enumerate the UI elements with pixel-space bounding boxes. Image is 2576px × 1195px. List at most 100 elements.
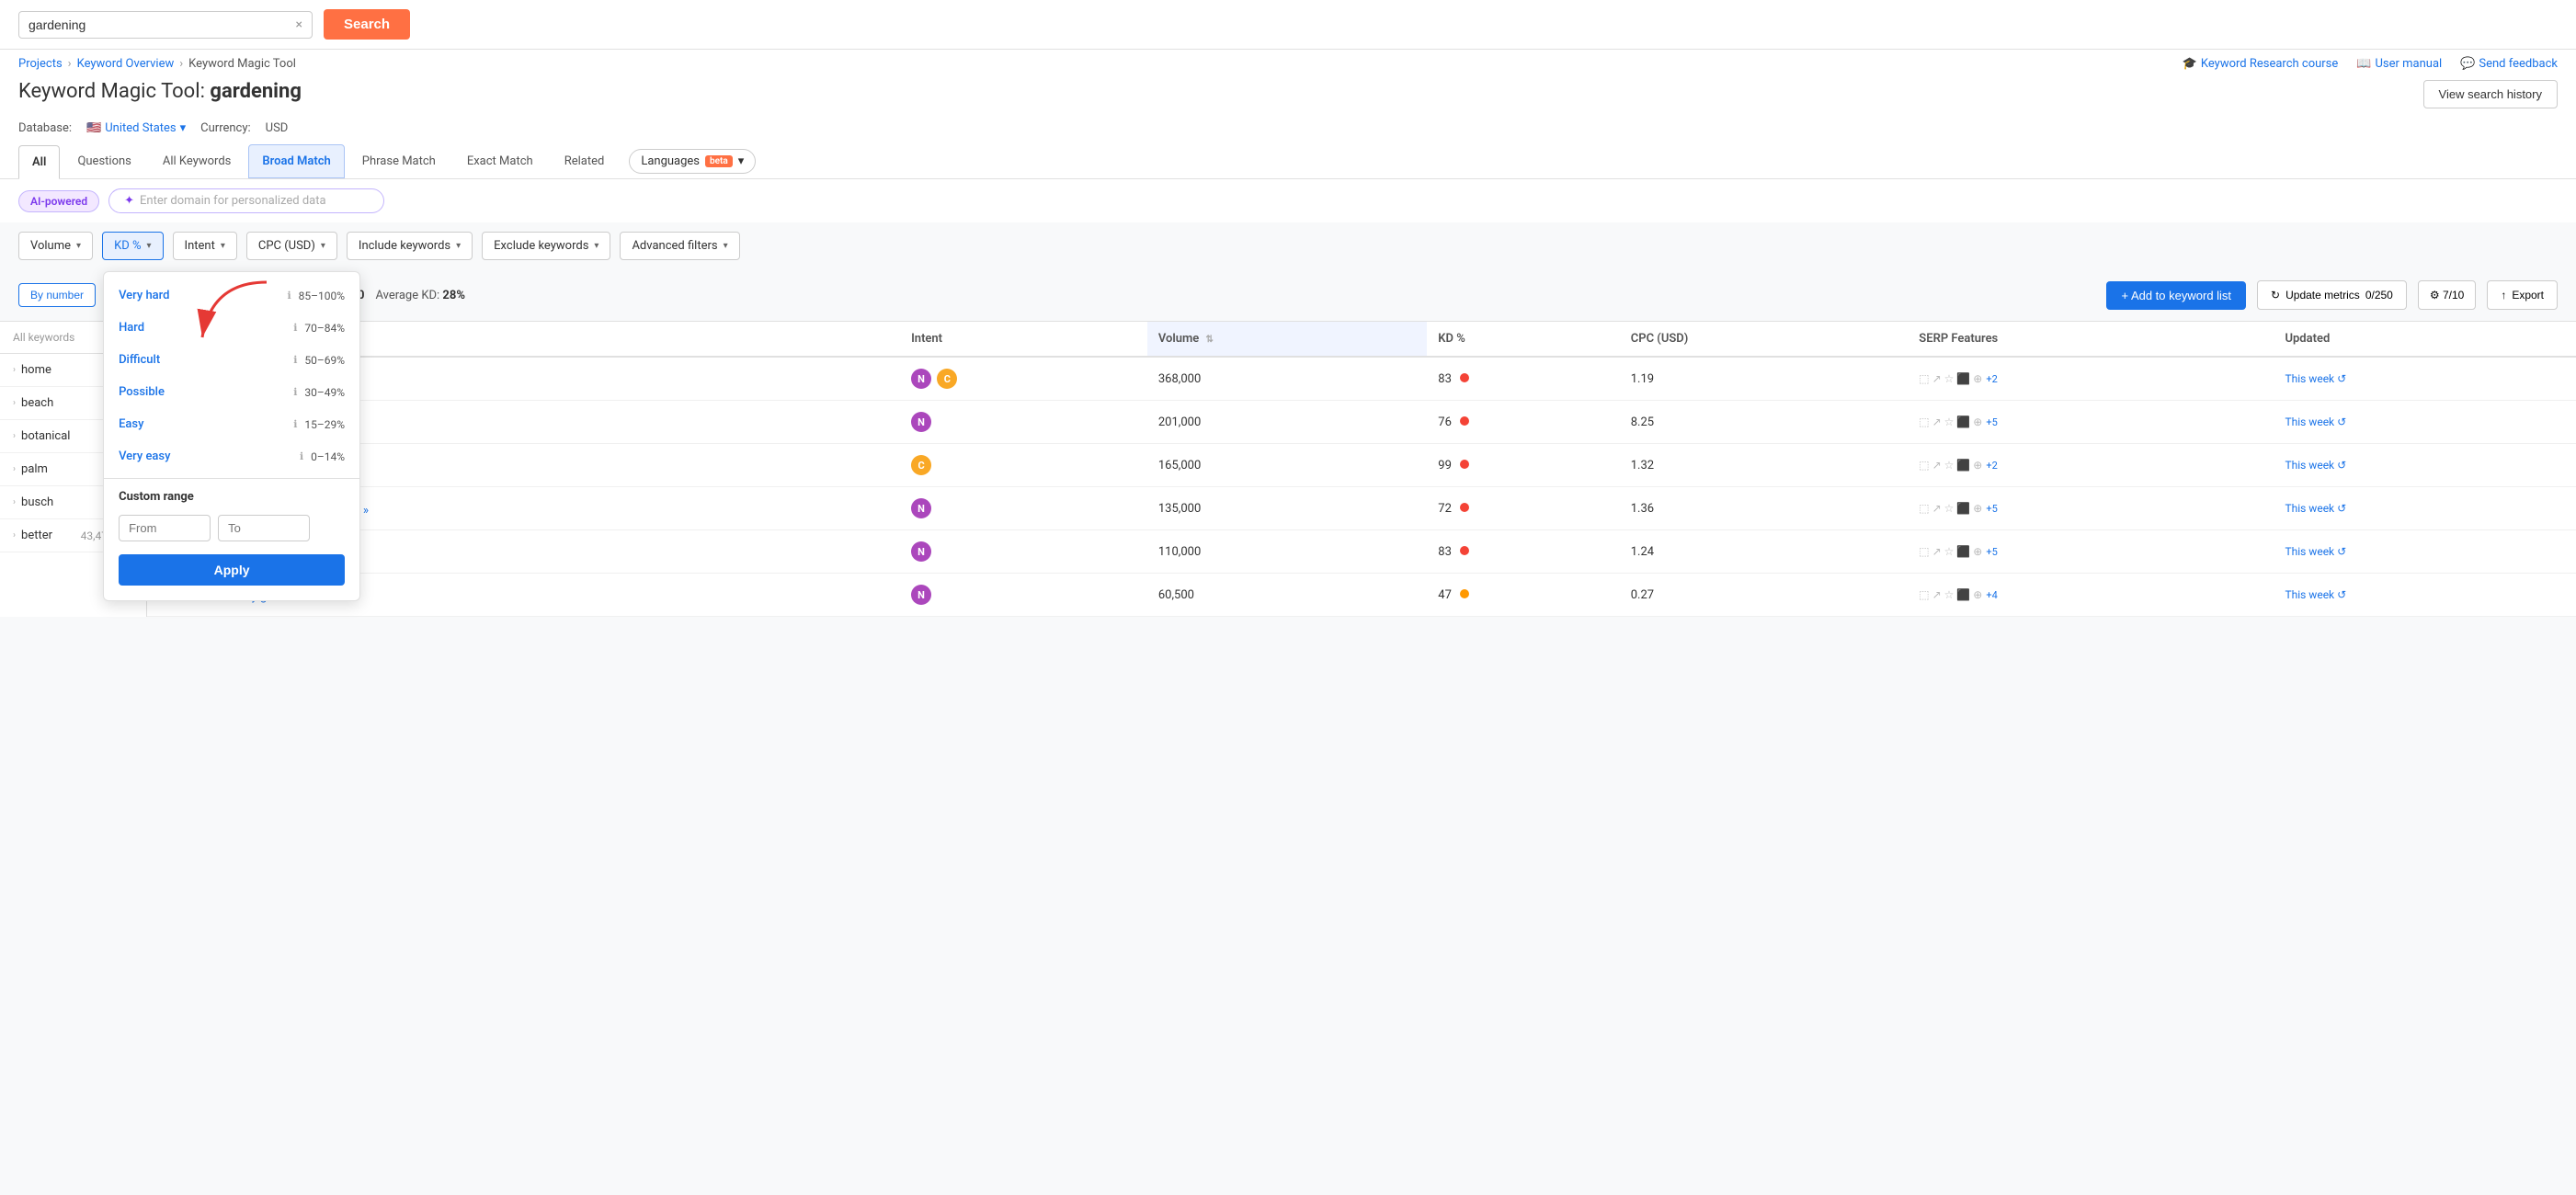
- updated-link[interactable]: This week ↺: [2285, 502, 2565, 515]
- filters-bar: Volume ▾ KD % ▾ Very hard ℹ 85–100% Hard…: [0, 222, 2576, 269]
- book-icon: 📖: [2356, 57, 2371, 71]
- intent-commercial: C: [911, 455, 931, 475]
- expand-icon: ›: [13, 398, 16, 408]
- breadcrumb-keyword-overview[interactable]: Keyword Overview: [77, 57, 175, 71]
- send-feedback-link[interactable]: 💬 Send feedback: [2460, 57, 2558, 71]
- serp-icons: ⬚ ↗ ☆ ⬛ ⊕ +4: [1919, 588, 2263, 601]
- add-to-keyword-list-button[interactable]: + Add to keyword list: [2106, 281, 2246, 310]
- include-keywords-filter[interactable]: Include keywords ▾: [347, 232, 473, 260]
- updated-link[interactable]: This week ↺: [2285, 588, 2565, 601]
- kd-dot: [1460, 416, 1469, 426]
- custom-range-label: Custom range: [104, 484, 359, 509]
- database-selector[interactable]: 🇺🇸 United States ▾: [86, 121, 186, 135]
- intent-filter[interactable]: Intent ▾: [173, 232, 237, 260]
- update-metrics-button[interactable]: ↻ Update metrics 0/250: [2257, 280, 2407, 310]
- currency-label: Currency:: [200, 121, 251, 135]
- updated-link[interactable]: This week ↺: [2285, 372, 2565, 385]
- database-row: Database: 🇺🇸 United States ▾ Currency: U…: [0, 118, 2576, 144]
- user-manual-link[interactable]: 📖 User manual: [2356, 57, 2442, 71]
- updated-link[interactable]: This week ↺: [2285, 545, 2565, 558]
- include-keywords-label: Include keywords: [359, 239, 450, 253]
- kd-dot: [1460, 460, 1469, 469]
- table-row: ⊕ busch gardens » N C 368,000 83 1.19 ⬚ …: [147, 357, 2576, 401]
- ai-bar: AI-powered ✦ Enter domain for personaliz…: [0, 179, 2576, 222]
- tab-all[interactable]: All: [18, 145, 60, 179]
- beta-badge: beta: [705, 155, 733, 167]
- chevron-down-icon: ▾: [221, 241, 225, 251]
- kd-filter[interactable]: KD % ▾ Very hard ℹ 85–100% Hard ℹ 70–84%…: [102, 232, 163, 260]
- chevron-down-icon: ▾: [321, 241, 325, 251]
- kd-dot: [1460, 589, 1469, 598]
- expand-icon: ›: [13, 431, 16, 441]
- flag-icon: 🇺🇸: [86, 121, 101, 135]
- kd-dot: [1460, 373, 1469, 382]
- breadcrumb-bar: Projects › Keyword Overview › Keyword Ma…: [0, 50, 2576, 74]
- volume-filter[interactable]: Volume ▾: [18, 232, 93, 260]
- domain-placeholder: Enter domain for personalized data: [140, 194, 326, 208]
- tab-related[interactable]: Related: [551, 144, 619, 178]
- updated-link[interactable]: This week ↺: [2285, 415, 2565, 428]
- table-row: ⊕ busch gardens williamsburg » N 135,000…: [147, 487, 2576, 530]
- page-title-wrap: Keyword Magic Tool: gardening: [18, 80, 302, 103]
- kd-label: KD %: [114, 239, 141, 253]
- table-row: ⊕ busch gardens tampa » N 110,000 83 1.2…: [147, 530, 2576, 574]
- domain-input[interactable]: ✦ Enter domain for personalized data: [108, 188, 384, 213]
- kd-option-possible[interactable]: Possible ℹ 30–49%: [104, 376, 359, 408]
- advanced-filters-label: Advanced filters: [632, 239, 717, 253]
- tab-questions[interactable]: Questions: [63, 144, 144, 178]
- currency-value: USD: [266, 121, 289, 135]
- settings-button[interactable]: ⚙ 7/10: [2418, 280, 2476, 310]
- view-history-button[interactable]: View search history: [2423, 80, 2558, 108]
- intent-navigational: N: [911, 369, 931, 389]
- page-title: Keyword Magic Tool: gardening: [18, 80, 302, 103]
- col-intent: Intent: [900, 322, 1147, 357]
- kd-option-very-hard[interactable]: Very hard ℹ 85–100%: [104, 279, 359, 312]
- intent-navigational: N: [911, 412, 931, 432]
- search-button[interactable]: Search: [324, 9, 410, 40]
- message-icon: 💬: [2460, 57, 2475, 71]
- kd-from-input[interactable]: [119, 515, 211, 541]
- exclude-keywords-filter[interactable]: Exclude keywords ▾: [482, 232, 610, 260]
- kd-option-hard[interactable]: Hard ℹ 70–84%: [104, 312, 359, 344]
- tab-broad-match[interactable]: Broad Match: [248, 144, 344, 178]
- col-volume[interactable]: Volume ⇅: [1147, 322, 1427, 357]
- by-number-button[interactable]: By number: [18, 283, 96, 307]
- exclude-keywords-label: Exclude keywords: [494, 239, 588, 253]
- kd-option-difficult[interactable]: Difficult ℹ 50–69%: [104, 344, 359, 376]
- clear-icon[interactable]: ×: [296, 17, 302, 32]
- kd-option-easy[interactable]: Easy ℹ 15–29%: [104, 408, 359, 440]
- expand-icon: ›: [13, 365, 16, 375]
- updated-link[interactable]: This week ↺: [2285, 459, 2565, 472]
- sep1: ›: [68, 57, 72, 71]
- languages-button[interactable]: Languages beta ▾: [629, 149, 756, 174]
- table-row: ⊕ botanical gardens » C 165,000 99 1.32 …: [147, 444, 2576, 487]
- tab-exact-match[interactable]: Exact Match: [453, 144, 547, 178]
- search-input[interactable]: [28, 17, 289, 32]
- col-kd: KD %: [1427, 322, 1619, 357]
- keyword-research-link[interactable]: 🎓 Keyword Research course: [2183, 57, 2339, 71]
- tab-phrase-match[interactable]: Phrase Match: [348, 144, 450, 178]
- ai-powered-badge: AI-powered: [18, 190, 99, 212]
- serp-icons: ⬚ ↗ ☆ ⬛ ⊕ +2: [1919, 459, 2263, 472]
- advanced-filters[interactable]: Advanced filters ▾: [620, 232, 739, 260]
- graduation-icon: 🎓: [2183, 57, 2197, 71]
- kd-apply-button[interactable]: Apply: [119, 554, 345, 586]
- cpc-filter[interactable]: CPC (USD) ▾: [246, 232, 337, 260]
- kd-divider: [104, 478, 359, 479]
- volume-label: Volume: [30, 239, 71, 253]
- results-summary: By number Keywords: 1,134,761 Total volu…: [0, 269, 2576, 322]
- intent-navigational: N: [911, 541, 931, 562]
- serp-icons: ⬚ ↗ ☆ ⬛ ⊕ +2: [1919, 372, 2263, 385]
- export-button[interactable]: ↑ Export: [2487, 280, 2558, 310]
- expand-icon: ›: [13, 530, 16, 541]
- table-row: ⊕ longwood gardens » N 201,000 76 8.25 ⬚…: [147, 401, 2576, 444]
- chevron-down-icon: ▾: [738, 154, 745, 168]
- chevron-down-icon: ▾: [456, 241, 461, 251]
- col-serp: SERP Features: [1908, 322, 2274, 357]
- kd-dot: [1460, 546, 1469, 555]
- tab-all-keywords[interactable]: All Keywords: [149, 144, 245, 178]
- kd-option-very-easy[interactable]: Very easy ℹ 0–14%: [104, 440, 359, 472]
- kd-to-input[interactable]: [218, 515, 310, 541]
- search-input-wrapper: ×: [18, 11, 313, 39]
- breadcrumb-projects[interactable]: Projects: [18, 57, 63, 71]
